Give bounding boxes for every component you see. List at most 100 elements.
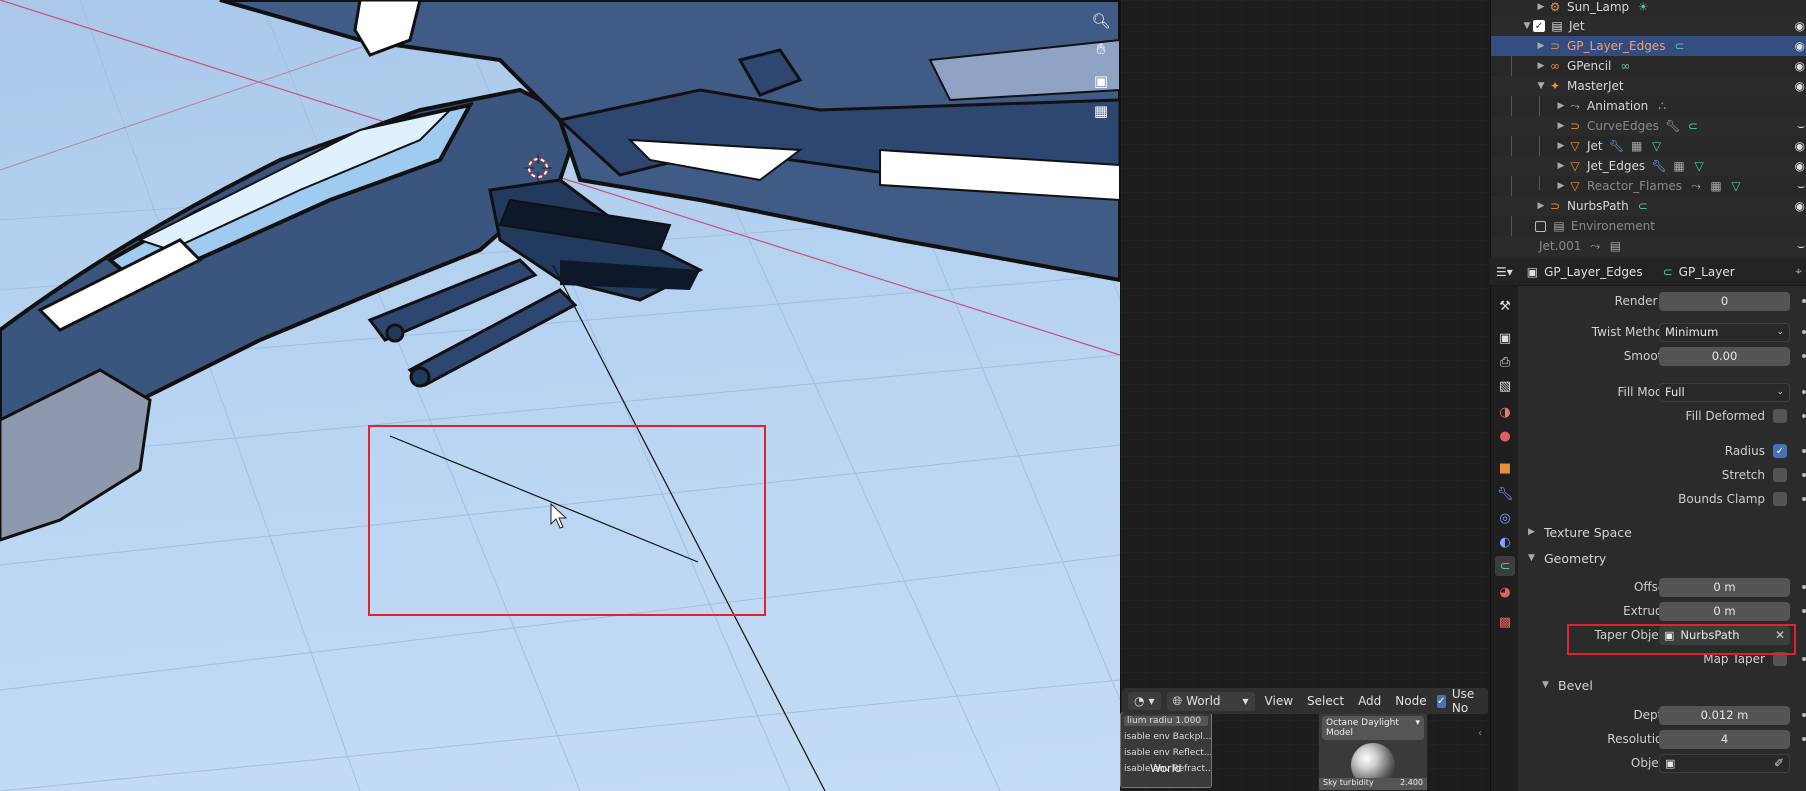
menu-add[interactable]: Add: [1354, 694, 1385, 708]
grid-icon[interactable]: ▦: [1090, 100, 1112, 122]
clear-icon[interactable]: ✕: [1775, 628, 1785, 642]
wrench-icon[interactable]: 🔧︎: [1609, 139, 1625, 153]
node-editor[interactable]: [1120, 0, 1490, 791]
depth-field[interactable]: 0.012 m: [1659, 705, 1790, 725]
taper-object-field[interactable]: ▣ NurbsPath ✕: [1659, 625, 1790, 645]
eye-icon[interactable]: ◉: [1795, 59, 1805, 73]
material-tab-icon[interactable]: ◕: [1495, 582, 1515, 602]
3d-viewport[interactable]: 🔍︎ ✋︎ ▣ ▦: [0, 0, 1120, 791]
fill-deformed-checkbox[interactable]: [1773, 409, 1787, 423]
offset-field[interactable]: 0 m: [1659, 577, 1790, 597]
map-taper-checkbox[interactable]: [1773, 652, 1787, 666]
mesh-data-icon[interactable]: ▽: [1728, 179, 1744, 194]
eye-icon[interactable]: ◉: [1795, 139, 1805, 153]
outliner-row-gpencil[interactable]: ▶ ∞ GPencil ∞ ◉: [1491, 56, 1806, 76]
node-field-medium-radius[interactable]: lium radiu 1.000: [1124, 716, 1208, 726]
use-nodes-checkbox[interactable]: ✓: [1436, 694, 1446, 708]
keyframe-dot-icon[interactable]: [1802, 414, 1806, 418]
physics-tab-icon[interactable]: ◐: [1495, 532, 1515, 552]
modifier-icon[interactable]: ▦: [1708, 179, 1724, 194]
shader-type-select[interactable]: 🌐︎ World ▾: [1166, 691, 1255, 711]
expand-icon[interactable]: ▶: [1555, 121, 1567, 131]
expand-icon[interactable]: ▶: [1555, 161, 1567, 171]
keyframe-dot-icon[interactable]: [1802, 449, 1806, 453]
wrench-icon[interactable]: 🔧︎: [1665, 119, 1681, 133]
outliner[interactable]: ▶ ⚙ Sun_Lamp ☀ ▼ ✓ ▤ Jet ◉ ▶ ⊃ GP_Layer_…: [1490, 0, 1806, 258]
expand-icon[interactable]: ▶: [1535, 201, 1547, 211]
bevel-object-field[interactable]: ▣ ✐: [1659, 753, 1790, 773]
expand-icon[interactable]: ▶: [1555, 141, 1567, 151]
outliner-row-sun-lamp[interactable]: ▶ ⚙ Sun_Lamp ☀: [1491, 0, 1806, 17]
collection-icon[interactable]: ▤: [1607, 239, 1623, 254]
collection-checkbox[interactable]: [1535, 220, 1546, 232]
collapse-icon[interactable]: ▼: [1521, 21, 1533, 31]
render-u-field[interactable]: 0: [1659, 291, 1790, 311]
curve-data-icon[interactable]: ⊂: [1685, 119, 1701, 133]
editor-type-button[interactable]: ◔ ▾: [1128, 692, 1161, 710]
properties-panel[interactable]: Render U 0 Twist Method Minimum ⌄ Smooth …: [1518, 258, 1806, 791]
eye-icon[interactable]: ◉: [1795, 39, 1805, 53]
outliner-row-animation[interactable]: ▶ ⤳ Animation ∴: [1491, 96, 1806, 116]
gpencil-data-icon[interactable]: ∞: [1617, 59, 1633, 73]
eye-closed-icon[interactable]: ⌣: [1797, 239, 1805, 254]
texture-space-panel-header[interactable]: ▶ Texture Space: [1518, 520, 1806, 544]
eye-icon[interactable]: ◉: [1795, 19, 1805, 33]
keyframe-dot-icon[interactable]: [1802, 330, 1806, 334]
node-field-reflections[interactable]: isable env Reflect...: [1121, 745, 1211, 761]
pin-icon[interactable]: ⌖: [1795, 264, 1802, 279]
geometry-panel-header[interactable]: ▼ Geometry: [1518, 546, 1806, 570]
keyframe-dot-icon[interactable]: [1802, 390, 1806, 394]
expand-icon[interactable]: ▶: [1535, 2, 1547, 12]
world-settings-node[interactable]: lium radiu 1.000 isable env Backpl... is…: [1120, 712, 1212, 788]
outliner-row-jet-mesh[interactable]: ▶ ▽ Jet 🔧︎ ▦ ▽ ◉: [1491, 136, 1806, 156]
object-tab-icon[interactable]: ■: [1495, 458, 1515, 478]
collapse-icon[interactable]: ▼: [1535, 81, 1547, 91]
keyframe-dot-icon[interactable]: [1802, 713, 1806, 717]
keyframe-dot-icon[interactable]: [1802, 299, 1806, 303]
zoom-icon[interactable]: 🔍︎: [1090, 10, 1112, 32]
extrude-field[interactable]: 0 m: [1659, 601, 1790, 621]
outliner-row-masterjet[interactable]: ▼ ✦ MasterJet ◉: [1491, 76, 1806, 96]
twist-method-select[interactable]: Minimum ⌄: [1659, 322, 1790, 342]
eye-icon[interactable]: ◉: [1795, 199, 1805, 213]
outliner-row-gp-layer-edges[interactable]: ▶ ⊃ GP_Layer_Edges ⊂ ◉: [1491, 36, 1806, 56]
view-layer-tab-icon[interactable]: ▧: [1495, 376, 1515, 396]
outliner-row-jet-edges[interactable]: ▶ ▽ Jet_Edges 🔧︎ ▦ ▽ ◉: [1491, 156, 1806, 176]
node-field-backplate[interactable]: isable env Backpl...: [1121, 729, 1211, 745]
render-tab-icon[interactable]: ▣: [1495, 328, 1515, 348]
particles-tab-icon[interactable]: ◎: [1495, 508, 1515, 528]
eye-icon[interactable]: ◉: [1795, 159, 1805, 173]
keyframe-dot-icon[interactable]: [1802, 354, 1806, 358]
keyframe-dot-icon[interactable]: [1802, 585, 1806, 589]
daylight-environment-node[interactable]: Octane Daylight Model ▾ Sky turbidity 2.…: [1318, 712, 1428, 791]
menu-node[interactable]: Node: [1391, 694, 1430, 708]
expand-icon[interactable]: ▶: [1555, 181, 1567, 191]
mesh-data-icon[interactable]: ▽: [1649, 139, 1665, 153]
camera-icon[interactable]: ▣: [1090, 70, 1112, 92]
modifier-icon[interactable]: ▦: [1671, 159, 1687, 173]
sun-data-icon[interactable]: ☀: [1635, 0, 1651, 14]
expand-icon[interactable]: ▶: [1555, 101, 1567, 111]
output-tab-icon[interactable]: ⎙: [1495, 352, 1515, 372]
curve-data-icon[interactable]: ⊂: [1635, 199, 1651, 213]
daylight-model-select[interactable]: Octane Daylight Model ▾: [1322, 716, 1424, 740]
outliner-row-jet-collection[interactable]: ▼ ✓ ▤ Jet ◉: [1491, 16, 1806, 36]
modifier-icon[interactable]: ▦: [1629, 139, 1645, 153]
outliner-row-environement[interactable]: ▤ Environement: [1491, 216, 1806, 236]
radius-checkbox[interactable]: ✓: [1773, 444, 1787, 458]
constraint-icon[interactable]: ⤳: [1688, 179, 1704, 194]
world-tab-icon[interactable]: ●: [1495, 426, 1515, 446]
tool-tab-icon[interactable]: ⚒: [1495, 296, 1515, 316]
collection-checkbox[interactable]: ✓: [1533, 20, 1545, 32]
eye-icon[interactable]: ◉: [1795, 79, 1805, 93]
curve-data-icon[interactable]: ⊂: [1671, 39, 1687, 53]
stretch-checkbox[interactable]: [1773, 468, 1787, 482]
bounds-clamp-checkbox[interactable]: [1773, 492, 1787, 506]
expand-icon[interactable]: ▶: [1535, 61, 1547, 71]
eyedropper-icon[interactable]: ✐: [1774, 756, 1784, 770]
outliner-row-nurbspath[interactable]: ▶ ⊃ NurbsPath ⊂ ◉: [1491, 196, 1806, 216]
sidebar-toggle-icon[interactable]: ‹: [1478, 728, 1482, 739]
texture-tab-icon[interactable]: ▩: [1495, 612, 1515, 632]
constraint-icon[interactable]: ∴: [1654, 99, 1670, 113]
menu-select[interactable]: Select: [1303, 694, 1348, 708]
